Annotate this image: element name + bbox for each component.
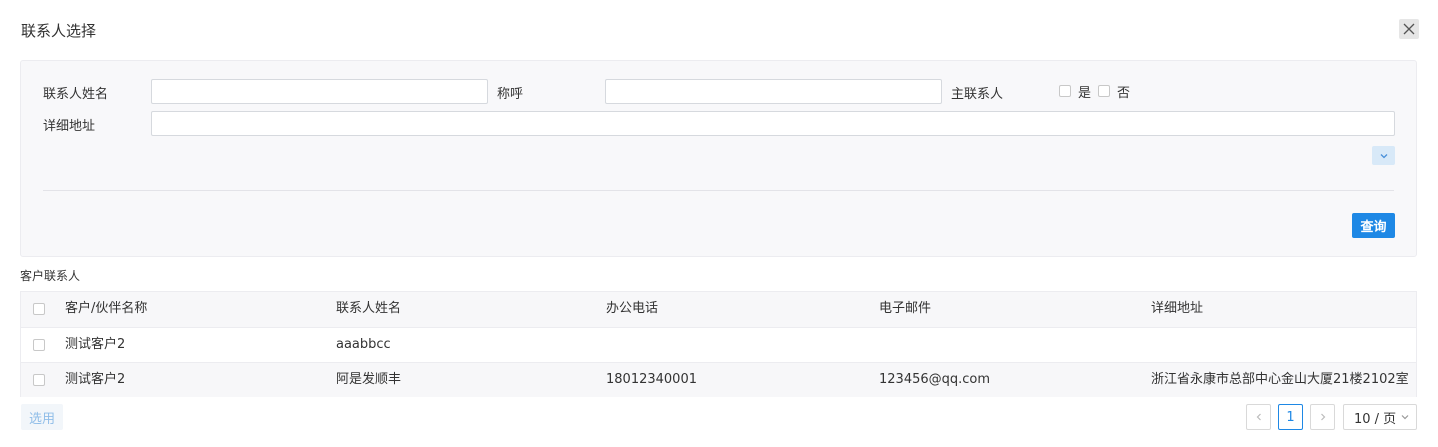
contact-name-cell: 阿是发顺丰 [336,372,402,387]
close-icon [1403,23,1415,35]
dialog-title: 联系人选择 [21,22,97,40]
column-header: 客户/伙伴名称 [65,301,148,316]
table-row[interactable]: 测试客户2 aaabbcc [21,327,1416,362]
filter-panel: 联系人姓名 称呼 主联系人 是 否 详细地址 查询 [20,60,1417,257]
section-title: 客户联系人 [20,269,81,283]
chevron-left-icon [1256,413,1261,421]
contacts-table: 客户/伙伴名称 联系人姓名 办公电话 电子邮件 详细地址 测试客户2 aaabb… [20,291,1417,397]
column-header: 办公电话 [606,301,659,316]
row-checkbox[interactable] [33,339,45,351]
address-input[interactable] [151,111,1395,136]
page-size-select[interactable]: 10 / 页 [1343,404,1417,430]
column-header: 详细地址 [1151,301,1204,316]
primary-yes-checkbox[interactable] [1059,85,1071,97]
customer-name-cell: 测试客户2 [65,337,126,352]
chevron-down-icon [1380,153,1387,158]
column-header: 联系人姓名 [336,301,402,316]
office-phone-cell: 18012340001 [606,372,697,387]
row-checkbox[interactable] [33,374,45,386]
title-input[interactable] [605,79,942,104]
page-size-label: 10 / 页 [1354,411,1397,427]
contact-name-input[interactable] [151,79,488,104]
filter-divider [43,190,1394,191]
chevron-right-icon [1320,413,1325,421]
email-cell: 123456@qq.com [879,372,991,387]
close-button[interactable] [1399,19,1419,39]
primary-contact-label: 主联系人 [951,87,1004,102]
page-1-button[interactable]: 1 [1278,404,1303,430]
select-all-checkbox[interactable] [33,303,45,315]
expand-filters-button[interactable] [1372,146,1395,165]
query-button[interactable]: 查询 [1352,213,1395,238]
next-page-button[interactable] [1310,404,1335,430]
address-cell: 浙江省永康市总部中心金山大厦21楼2102室 [1151,372,1409,387]
contact-name-label: 联系人姓名 [43,87,109,102]
select-button[interactable]: 选用 [21,404,63,430]
table-row[interactable]: 测试客户2 阿是发顺丰 18012340001 123456@qq.com 浙江… [21,362,1416,397]
prev-page-button[interactable] [1246,404,1271,430]
primary-no-checkbox[interactable] [1098,85,1110,97]
chevron-down-icon [1401,415,1409,420]
address-label: 详细地址 [43,119,96,134]
table-header: 客户/伙伴名称 联系人姓名 办公电话 电子邮件 详细地址 [21,292,1416,327]
title-label: 称呼 [497,87,524,102]
contact-name-cell: aaabbcc [336,337,391,352]
primary-no-label: 否 [1117,86,1131,101]
customer-name-cell: 测试客户2 [65,372,126,387]
column-header: 电子邮件 [879,301,932,316]
primary-yes-label: 是 [1078,86,1092,101]
